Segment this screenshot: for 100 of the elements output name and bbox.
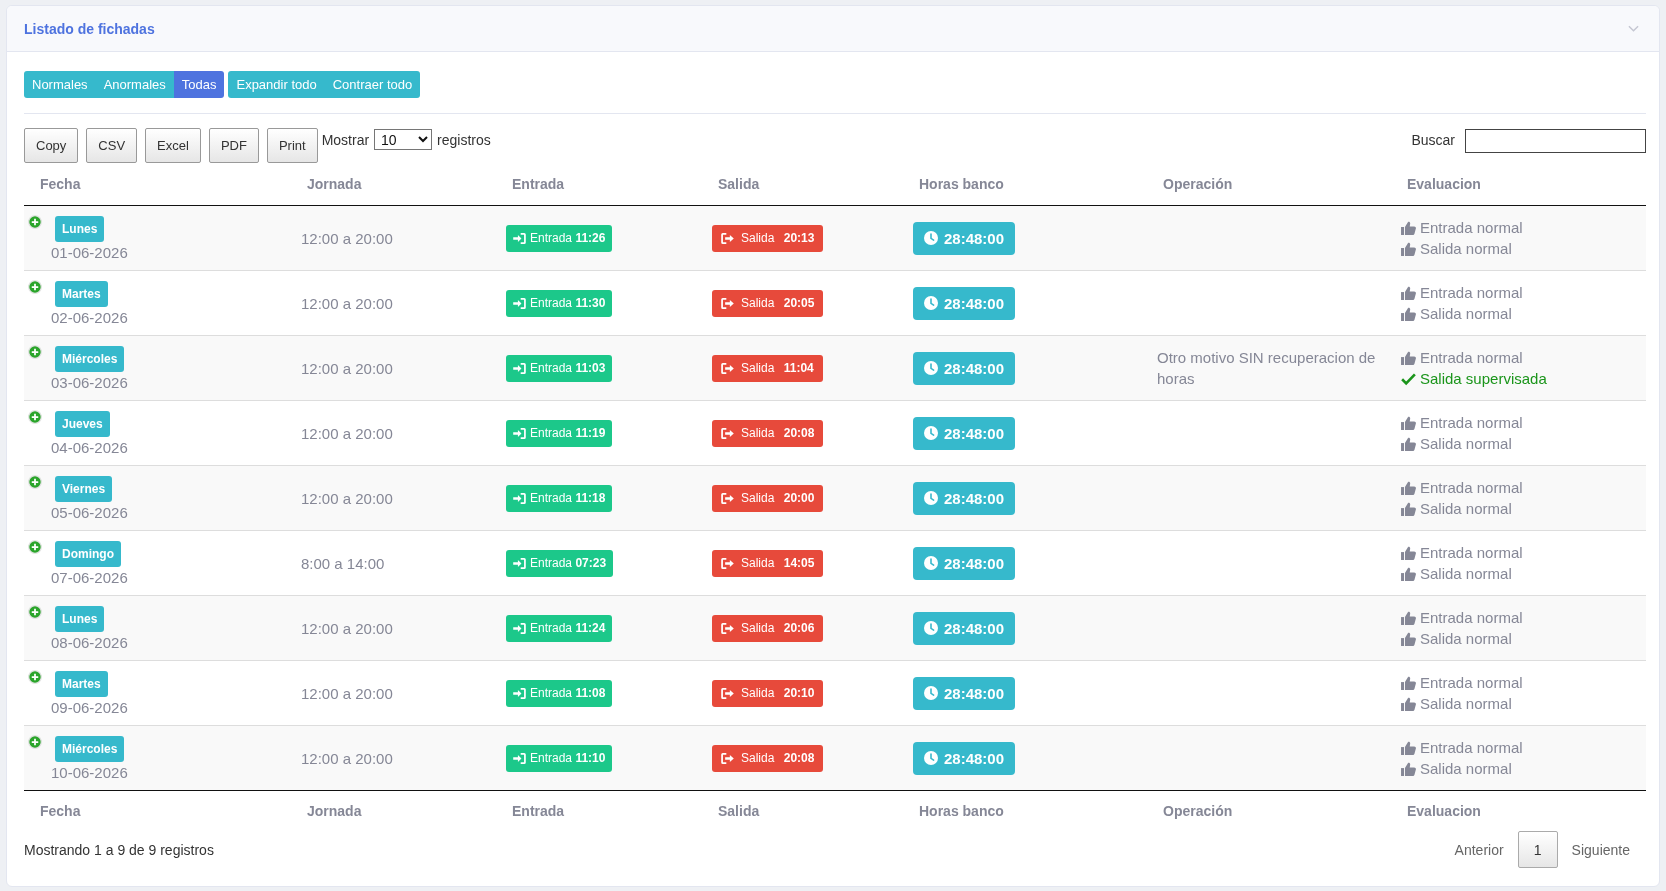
sign-out-icon (721, 622, 734, 634)
clock-icon (924, 296, 938, 310)
page-length-label: Mostrar (321, 131, 370, 150)
plus-circle-icon[interactable] (28, 410, 42, 424)
sign-in-icon (513, 362, 526, 374)
entry-time-text: Entrada 07:23 (530, 556, 607, 570)
clock-icon (924, 491, 938, 505)
day-label: Domingo (55, 541, 121, 567)
bank-hours-text: 28:48:00 (944, 749, 1005, 767)
column-footer: Fecha (40, 802, 81, 819)
row-toggle-button[interactable]: Expandir todo (228, 71, 325, 98)
clock-icon (924, 426, 938, 440)
day-label: Jueves (55, 411, 110, 437)
column-header[interactable]: Operación (1163, 176, 1233, 192)
export-button[interactable]: CSV (86, 128, 138, 163)
sign-in-icon (513, 492, 526, 504)
check-icon (1401, 371, 1416, 386)
schedule-text: 12:00 a 20:00 (301, 424, 393, 442)
thumbs-up-icon (1401, 761, 1416, 776)
table-info: Mostrando 1 a 9 de 9 registros (24, 841, 214, 858)
day-label: Miércoles (55, 346, 125, 372)
evaluation-text: Entrada normal (1420, 283, 1523, 303)
sign-out-icon (721, 427, 734, 439)
card-title: Listado de fichadas (24, 20, 155, 37)
date-text: 04-06-2026 (51, 438, 128, 457)
filter-button[interactable]: Normales (24, 71, 96, 98)
column-footer: Salida (718, 802, 760, 819)
filter-button[interactable]: Anormales (95, 71, 174, 98)
column-footer: Jornada (307, 802, 362, 819)
bank-hours-text: 28:48:00 (944, 424, 1005, 442)
day-label: Lunes (55, 216, 105, 242)
date-text: 10-06-2026 (51, 763, 128, 782)
evaluation-text: Salida normal (1420, 304, 1512, 324)
thumbs-up-icon (1401, 436, 1416, 451)
date-text: 07-06-2026 (51, 568, 128, 587)
plus-circle-icon[interactable] (28, 345, 42, 359)
evaluation-text: Entrada normal (1420, 608, 1523, 628)
bank-hours-text: 28:48:00 (944, 229, 1005, 247)
sign-in-icon (513, 622, 526, 634)
sign-in-icon (513, 752, 526, 764)
exit-time-text: Salida 14:05 (741, 556, 815, 570)
export-button[interactable]: Print (266, 128, 318, 163)
schedule-text: 12:00 a 20:00 (301, 619, 393, 637)
exit-time-text: Salida 20:08 (741, 426, 815, 440)
thumbs-up-icon (1401, 415, 1416, 430)
plus-circle-icon[interactable] (28, 735, 42, 749)
entry-time-text: Entrada 11:24 (530, 621, 606, 635)
schedule-text: 12:00 a 20:00 (301, 359, 393, 377)
search-field[interactable] (1465, 129, 1646, 153)
evaluation-text: Salida normal (1420, 499, 1512, 519)
column-footer: Evaluacion (1407, 802, 1481, 819)
schedule-text: 8:00 a 14:00 (301, 554, 385, 572)
bank-hours-text: 28:48:00 (944, 684, 1005, 702)
plus-circle-icon[interactable] (28, 605, 42, 619)
previous-link[interactable]: Anterior (1440, 841, 1518, 858)
exit-time-text: Salida 11:04 (741, 361, 814, 375)
evaluation-text: Salida supervisada (1420, 369, 1547, 389)
page-button[interactable]: 1 (1517, 831, 1558, 868)
page-length-select[interactable]: 10 (374, 129, 433, 150)
column-footer: Entrada (512, 802, 565, 819)
date-text: 02-06-2026 (51, 308, 128, 327)
evaluation-text: Salida normal (1420, 759, 1512, 779)
sign-out-icon (721, 492, 734, 504)
sign-in-icon (513, 687, 526, 699)
plus-circle-icon[interactable] (28, 475, 42, 489)
column-header[interactable]: Evaluacion (1407, 176, 1481, 192)
search-label: Buscar (1411, 131, 1455, 150)
column-header[interactable]: Horas banco (919, 176, 1004, 192)
column-header[interactable]: Entrada (512, 176, 565, 192)
day-label: Martes (55, 671, 108, 697)
thumbs-up-icon (1401, 610, 1416, 625)
schedule-text: 12:00 a 20:00 (301, 229, 393, 247)
next-link[interactable]: Siguiente (1557, 841, 1644, 858)
date-text: 09-06-2026 (51, 698, 128, 717)
sign-out-icon (721, 232, 734, 244)
entry-time-text: Entrada 11:10 (530, 751, 606, 765)
exit-time-text: Salida 20:10 (741, 686, 815, 700)
sign-out-icon (721, 687, 734, 699)
sign-in-icon (513, 297, 526, 309)
evaluation-text: Entrada normal (1420, 218, 1523, 238)
plus-circle-icon[interactable] (28, 215, 42, 229)
clock-icon (924, 231, 938, 245)
exit-time-text: Salida 20:06 (741, 621, 815, 635)
page-length-label: registros (437, 131, 491, 150)
plus-circle-icon[interactable] (28, 670, 42, 684)
column-header[interactable]: Fecha (40, 176, 81, 192)
column-header[interactable]: Salida (718, 176, 760, 192)
plus-circle-icon[interactable] (28, 540, 42, 554)
plus-circle-icon[interactable] (28, 280, 42, 294)
column-header[interactable]: Jornada (307, 176, 362, 192)
thumbs-up-icon (1401, 501, 1416, 516)
thumbs-up-icon (1401, 350, 1416, 365)
filter-button[interactable]: Todas (173, 71, 225, 98)
row-toggle-button[interactable]: Contraer todo (324, 71, 421, 98)
export-button[interactable]: Excel (145, 128, 201, 163)
exit-time-text: Salida 20:08 (741, 751, 815, 765)
export-button[interactable]: PDF (208, 128, 259, 163)
evaluation-text: Salida normal (1420, 239, 1512, 259)
evaluation-text: Entrada normal (1420, 543, 1523, 563)
export-button[interactable]: Copy (24, 128, 79, 163)
